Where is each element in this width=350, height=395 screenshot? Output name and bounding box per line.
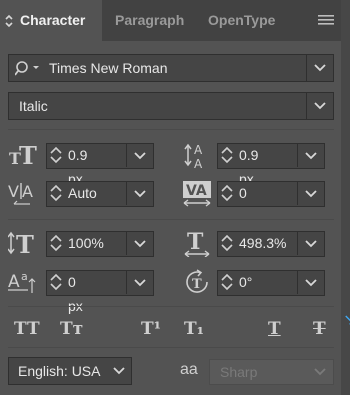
strikethrough-icon: T bbox=[313, 319, 326, 339]
superscript-button[interactable]: T¹ bbox=[141, 317, 161, 341]
strikethrough-button[interactable]: T bbox=[313, 317, 326, 341]
underline-icon: T bbox=[268, 319, 281, 339]
font-style-value: Italic bbox=[19, 98, 48, 114]
chevron-down-icon[interactable] bbox=[134, 152, 146, 160]
font-family-dropdown[interactable]: Times New Roman bbox=[8, 54, 334, 82]
stepper-arrows-icon[interactable] bbox=[219, 272, 235, 292]
chevron-down-icon[interactable] bbox=[305, 152, 317, 160]
character-panel: Character Paragraph OpenType Times New R… bbox=[0, 0, 341, 395]
svg-text:T: T bbox=[187, 229, 204, 255]
vertical-scale-icon: T bbox=[8, 230, 34, 256]
search-icon bbox=[15, 61, 39, 76]
antialias-icon: aa bbox=[180, 361, 198, 379]
stepper-arrows-icon[interactable] bbox=[219, 183, 235, 203]
kerning-value: Auto bbox=[68, 185, 97, 201]
baseline-shift-icon: A a bbox=[8, 270, 36, 293]
dropdown-separator bbox=[297, 181, 298, 205]
subscript-icon: T₁ bbox=[184, 319, 205, 339]
tab-character-label: Character bbox=[20, 12, 86, 28]
vertical-scale-value: 100% bbox=[68, 235, 104, 251]
svg-text:A: A bbox=[194, 143, 203, 157]
collapse-arrows-icon[interactable] bbox=[4, 13, 14, 29]
stepper-arrows-icon[interactable] bbox=[48, 183, 64, 203]
chevron-down-icon[interactable] bbox=[314, 102, 326, 110]
chevron-down-icon[interactable] bbox=[314, 368, 326, 376]
horizontal-scale-value: 498.3% bbox=[239, 235, 287, 251]
leading-icon: A A bbox=[184, 143, 203, 169]
tab-opentype-label: OpenType bbox=[208, 12, 276, 28]
superscript-icon: T¹ bbox=[141, 319, 162, 339]
dropdown-separator bbox=[306, 55, 307, 81]
language-dropdown[interactable]: English: USA bbox=[8, 357, 132, 385]
panel-edge bbox=[341, 0, 350, 395]
tab-opentype[interactable]: OpenType bbox=[208, 0, 275, 41]
dropdown-separator bbox=[306, 93, 307, 119]
font-style-dropdown[interactable]: Italic bbox=[8, 92, 334, 120]
panel-menu-icon[interactable] bbox=[318, 14, 334, 26]
stepper-arrows-icon[interactable] bbox=[219, 233, 235, 253]
dropdown-separator bbox=[297, 143, 298, 167]
stepper-arrows-icon[interactable] bbox=[48, 233, 64, 253]
divider bbox=[8, 306, 334, 307]
tracking-icon: VA bbox=[183, 181, 211, 207]
svg-text:A: A bbox=[22, 182, 33, 201]
antialias-glyph: aa bbox=[180, 361, 198, 378]
horizontal-scale-icon: T bbox=[184, 229, 210, 257]
small-caps-button[interactable]: Tт bbox=[60, 317, 83, 341]
tab-paragraph[interactable]: Paragraph bbox=[115, 0, 184, 41]
kerning-icon: V A bbox=[8, 182, 33, 205]
language-value: English: USA bbox=[18, 363, 101, 379]
rotation-icon: T bbox=[186, 269, 208, 293]
all-caps-icon: TT bbox=[14, 319, 41, 339]
all-caps-button[interactable]: TT bbox=[14, 317, 41, 341]
subscript-button[interactable]: T₁ bbox=[184, 317, 204, 341]
tracking-value: 0 bbox=[239, 185, 247, 201]
stepper-arrows-icon[interactable] bbox=[48, 145, 64, 165]
chevron-down-icon[interactable] bbox=[134, 190, 146, 198]
selection-handle-icon: ↘ bbox=[343, 312, 350, 329]
chevron-down-icon[interactable] bbox=[134, 240, 146, 248]
antialias-value: Sharp bbox=[220, 364, 258, 380]
chevron-down-icon[interactable] bbox=[314, 64, 326, 72]
small-caps-icon: Tт bbox=[60, 319, 84, 339]
svg-text:V: V bbox=[8, 182, 19, 201]
dropdown-separator bbox=[126, 181, 127, 205]
divider bbox=[8, 347, 334, 348]
chevron-down-icon[interactable] bbox=[134, 279, 146, 287]
tab-paragraph-label: Paragraph bbox=[115, 12, 185, 28]
tab-bar: Character Paragraph OpenType bbox=[0, 0, 341, 41]
svg-text:T: T bbox=[192, 277, 202, 292]
svg-text:a: a bbox=[21, 270, 28, 283]
svg-text:T: T bbox=[19, 143, 37, 167]
svg-text:VA: VA bbox=[186, 183, 207, 199]
chevron-down-icon[interactable] bbox=[305, 190, 317, 198]
antialias-dropdown[interactable]: Sharp bbox=[209, 359, 334, 385]
divider bbox=[8, 219, 334, 220]
font-family-value: Times New Roman bbox=[49, 60, 168, 76]
svg-text:A: A bbox=[194, 157, 203, 169]
rotation-value: 0° bbox=[239, 274, 253, 290]
underline-button[interactable]: T bbox=[268, 317, 281, 341]
dropdown-separator bbox=[126, 270, 127, 294]
dropdown-separator bbox=[126, 231, 127, 255]
divider bbox=[8, 129, 334, 130]
stepper-arrows-icon[interactable] bbox=[48, 272, 64, 292]
tab-character[interactable]: Character bbox=[0, 0, 102, 41]
font-size-icon: T T bbox=[9, 143, 37, 167]
svg-text:T: T bbox=[16, 230, 34, 256]
chevron-down-icon[interactable] bbox=[113, 367, 125, 375]
svg-text:A: A bbox=[8, 272, 20, 292]
dropdown-separator bbox=[297, 270, 298, 294]
stepper-arrows-icon[interactable] bbox=[219, 145, 235, 165]
chevron-down-icon[interactable] bbox=[305, 279, 317, 287]
baseline-shift-value: 0 px bbox=[68, 274, 83, 314]
dropdown-separator bbox=[297, 231, 298, 255]
dropdown-separator bbox=[126, 143, 127, 167]
chevron-down-icon[interactable] bbox=[305, 240, 317, 248]
